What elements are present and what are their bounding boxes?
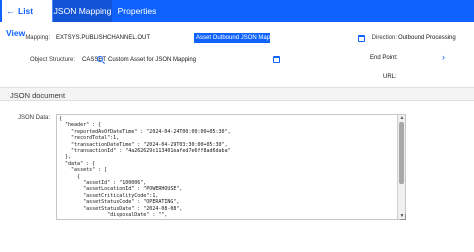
resize-handle[interactable] bbox=[400, 214, 406, 220]
scroll-up-icon[interactable]: ▲ bbox=[398, 115, 405, 121]
url-label: URL: bbox=[383, 74, 397, 80]
calendar-icon[interactable] bbox=[273, 56, 280, 63]
mapping-value: EXTSYS.PUBLISHCHANNEL.OUT bbox=[56, 35, 151, 41]
object-structure-label: Object Structure: bbox=[29, 57, 75, 63]
json-data-textarea[interactable]: { "header" : { "reportedAsOfDateTime" : … bbox=[56, 114, 406, 220]
arrow-left-icon: ← bbox=[6, 6, 15, 16]
direction-label: Direction: bbox=[371, 35, 397, 41]
section-header bbox=[0, 87, 474, 101]
tab-properties[interactable]: Properties bbox=[112, 0, 162, 22]
end-point-label: End Point: bbox=[370, 55, 398, 61]
tab-json-mapping-label: JSON Mapping bbox=[53, 6, 112, 16]
object-structure-description: Custom Asset for JSON Mapping bbox=[108, 57, 197, 63]
mapping-description-input[interactable]: Asset Outbound JSON Mapping bbox=[194, 33, 281, 43]
search-icon[interactable] bbox=[97, 56, 103, 62]
json-scrollbar[interactable]: ▲ ▼ bbox=[397, 115, 405, 219]
tab-json-mapping[interactable]: JSON Mapping bbox=[52, 0, 112, 22]
chevron-right-icon[interactable]: › bbox=[442, 53, 445, 62]
tab-list-view[interactable]: ← List View bbox=[0, 0, 52, 38]
direction-value: Outbound Processing bbox=[398, 35, 456, 41]
section-title: JSON document bbox=[10, 91, 66, 100]
tab-properties-label: Properties bbox=[117, 6, 157, 16]
json-data-label: JSON Data: bbox=[17, 115, 50, 121]
scroll-thumb[interactable] bbox=[399, 122, 404, 184]
json-data-text: { "header" : { "reportedAsOfDateTime" : … bbox=[59, 116, 231, 219]
mapping-label: Mapping: bbox=[25, 35, 50, 41]
